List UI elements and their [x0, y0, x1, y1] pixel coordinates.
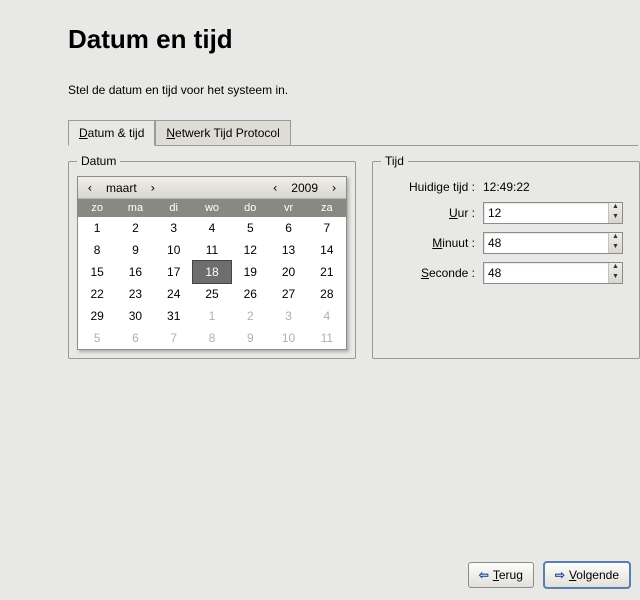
calendar-day[interactable]: 16 — [116, 261, 154, 283]
calendar-day[interactable]: 14 — [308, 239, 346, 261]
calendar-year[interactable]: 2009 — [283, 181, 326, 195]
arrow-right-icon: ⇨ — [555, 568, 565, 582]
second-value[interactable]: 48 — [484, 263, 608, 283]
next-year-button[interactable]: › — [326, 181, 342, 195]
calendar-day[interactable]: 6 — [116, 327, 154, 349]
prev-year-button[interactable]: ‹ — [267, 181, 283, 195]
current-time-label: Huidige tijd : — [385, 180, 475, 194]
calendar-day[interactable]: 27 — [269, 283, 307, 305]
calendar-day[interactable]: 3 — [155, 217, 193, 239]
calendar-day[interactable]: 12 — [231, 239, 269, 261]
calendar-day[interactable]: 26 — [231, 283, 269, 305]
back-button[interactable]: ⇦ Terug — [468, 562, 534, 588]
dayname: vr — [269, 199, 307, 217]
calendar-day[interactable]: 11 — [193, 239, 231, 261]
calendar-day[interactable]: 13 — [269, 239, 307, 261]
calendar-day[interactable]: 28 — [308, 283, 346, 305]
calendar-day[interactable]: 24 — [155, 283, 193, 305]
minute-spinbox[interactable]: 48 ▲▼ — [483, 232, 623, 254]
next-button[interactable]: ⇨ Volgende — [544, 562, 630, 588]
calendar-day[interactable]: 20 — [269, 261, 307, 283]
calendar-day[interactable]: 8 — [193, 327, 231, 349]
calendar-daynames: zomadiwodovrza — [78, 199, 346, 217]
calendar-day[interactable]: 7 — [308, 217, 346, 239]
calendar-day[interactable]: 6 — [269, 217, 307, 239]
page-title: Datum en tijd — [68, 24, 604, 55]
second-spinbox[interactable]: 48 ▲▼ — [483, 262, 623, 284]
hour-spinbox[interactable]: 12 ▲▼ — [483, 202, 623, 224]
next-month-button[interactable]: › — [145, 181, 161, 195]
tab-1[interactable]: Netwerk Tijd Protocol — [155, 120, 290, 146]
calendar-day[interactable]: 29 — [78, 305, 116, 327]
tab-0[interactable]: Datum & tijd — [68, 120, 155, 146]
calendar-day[interactable]: 22 — [78, 283, 116, 305]
calendar-day[interactable]: 10 — [269, 327, 307, 349]
calendar-day[interactable]: 19 — [231, 261, 269, 283]
page-subtitle: Stel de datum en tijd voor het systeem i… — [68, 83, 604, 97]
arrow-left-icon: ⇦ — [479, 568, 489, 582]
date-legend: Datum — [77, 154, 120, 168]
calendar-day[interactable]: 15 — [78, 261, 116, 283]
calendar-day[interactable]: 11 — [308, 327, 346, 349]
dayname: wo — [193, 199, 231, 217]
calendar-grid: 1234567891011121314151617181920212223242… — [78, 217, 346, 349]
hour-label: Uur : — [385, 206, 475, 220]
calendar-day[interactable]: 7 — [155, 327, 193, 349]
dayname: zo — [78, 199, 116, 217]
minute-down-button[interactable]: ▼ — [609, 243, 622, 253]
calendar-day[interactable]: 5 — [231, 217, 269, 239]
calendar-day[interactable]: 10 — [155, 239, 193, 261]
calendar-day[interactable]: 1 — [193, 305, 231, 327]
dayname: di — [155, 199, 193, 217]
prev-month-button[interactable]: ‹ — [82, 181, 98, 195]
minute-label: Minuut : — [385, 236, 475, 250]
calendar-day[interactable]: 8 — [78, 239, 116, 261]
calendar-day[interactable]: 4 — [308, 305, 346, 327]
tab-bar: Datum & tijdNetwerk Tijd Protocol — [68, 119, 638, 146]
hour-value[interactable]: 12 — [484, 203, 608, 223]
calendar-day[interactable]: 30 — [116, 305, 154, 327]
calendar-day[interactable]: 21 — [308, 261, 346, 283]
calendar-day[interactable]: 23 — [116, 283, 154, 305]
calendar-day[interactable]: 25 — [193, 283, 231, 305]
calendar-day[interactable]: 3 — [269, 305, 307, 327]
time-fieldset: Tijd Huidige tijd : 12:49:22 Uur : 12 ▲▼… — [372, 154, 640, 359]
dayname: za — [308, 199, 346, 217]
calendar-day[interactable]: 2 — [231, 305, 269, 327]
calendar-day[interactable]: 4 — [193, 217, 231, 239]
time-legend: Tijd — [381, 154, 408, 168]
minute-value[interactable]: 48 — [484, 233, 608, 253]
calendar-day[interactable]: 31 — [155, 305, 193, 327]
second-up-button[interactable]: ▲ — [609, 263, 622, 273]
calendar-day[interactable]: 2 — [116, 217, 154, 239]
current-time-value: 12:49:22 — [483, 180, 623, 194]
minute-up-button[interactable]: ▲ — [609, 233, 622, 243]
hour-down-button[interactable]: ▼ — [609, 213, 622, 223]
calendar: ‹ maart › ‹ 2009 › zomadiwodovrza 123456… — [77, 176, 347, 350]
second-label: Seconde : — [385, 266, 475, 280]
calendar-day[interactable]: 1 — [78, 217, 116, 239]
dayname: ma — [116, 199, 154, 217]
second-down-button[interactable]: ▼ — [609, 273, 622, 283]
calendar-day[interactable]: 9 — [231, 327, 269, 349]
calendar-day[interactable]: 5 — [78, 327, 116, 349]
calendar-header: ‹ maart › ‹ 2009 › — [78, 177, 346, 199]
dayname: do — [231, 199, 269, 217]
date-fieldset: Datum ‹ maart › ‹ 2009 › zomadiwodovrza … — [68, 154, 356, 359]
calendar-day[interactable]: 18 — [193, 261, 231, 283]
calendar-day[interactable]: 17 — [155, 261, 193, 283]
hour-up-button[interactable]: ▲ — [609, 203, 622, 213]
calendar-day[interactable]: 9 — [116, 239, 154, 261]
calendar-month[interactable]: maart — [98, 181, 145, 195]
